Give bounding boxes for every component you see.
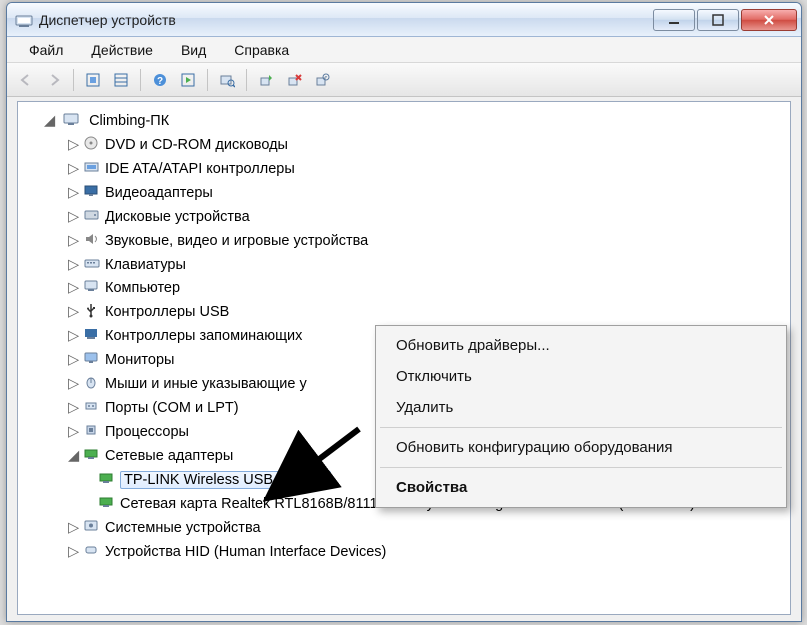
menu-action[interactable]: Действие [77,39,167,61]
context-menu-disable[interactable]: Отключить [378,361,784,392]
tree-item[interactable]: ▷Устройства HID (Human Interface Devices… [24,541,784,565]
maximize-button[interactable] [697,9,739,31]
computer-icon [63,111,81,127]
scan-hardware-button[interactable] [214,67,240,93]
tree-item[interactable]: ▷Компьютер [24,277,784,301]
selected-device-label: TP-LINK Wireless USB Adapter [120,471,331,489]
toolbar-separator [207,69,208,91]
menu-view[interactable]: Вид [167,39,220,61]
context-menu-uninstall[interactable]: Удалить [378,392,784,423]
tree-item[interactable]: ▷Системные устройства [24,517,784,541]
toolbar-separator [73,69,74,91]
toolbar-separator [140,69,141,91]
network-adapter-icon [98,494,116,510]
usb-icon [83,302,101,318]
network-adapter-icon [98,470,116,486]
show-hidden-button[interactable] [80,67,106,93]
expand-icon[interactable]: ▷ [68,517,79,528]
mouse-icon [83,374,101,390]
context-menu: Обновить драйверы... Отключить Удалить О… [375,325,787,508]
tree-item[interactable]: ▷Контроллеры USB [24,301,784,325]
tree-root[interactable]: ◢ Climbing-ПК [24,110,784,134]
collapse-icon[interactable]: ◢ [44,110,55,121]
expand-icon[interactable]: ▷ [68,230,79,241]
context-menu-separator [380,467,782,468]
tree-item[interactable]: ▷Дисковые устройства [24,206,784,230]
context-menu-rescan[interactable]: Обновить конфигурацию оборудования [378,432,784,463]
back-button[interactable] [13,67,39,93]
device-manager-window: Диспетчер устройств Файл Действие Вид Сп… [6,2,802,622]
titlebar: Диспетчер устройств [7,3,801,37]
expand-icon[interactable]: ▷ [68,277,79,288]
tree-root-label: Climbing-ПК [89,113,169,129]
close-button[interactable] [741,9,797,31]
hid-icon [83,542,101,558]
disable-button[interactable] [309,67,335,93]
network-adapter-icon [83,446,101,462]
help-button[interactable]: ? [147,67,173,93]
expand-icon[interactable]: ▷ [68,254,79,265]
app-icon [15,11,33,29]
expand-icon[interactable]: ▷ [68,373,79,384]
expand-icon[interactable]: ▷ [68,421,79,432]
system-device-icon [83,518,101,534]
menu-help[interactable]: Справка [220,39,303,61]
tree-item[interactable]: ▷DVD и CD-ROM дисководы [24,134,784,158]
tree-item[interactable]: ▷Видеоадаптеры [24,182,784,206]
display-adapter-icon [83,183,101,199]
details-button[interactable] [175,67,201,93]
uninstall-button[interactable] [281,67,307,93]
expand-icon[interactable]: ▷ [68,134,79,145]
ata-icon [83,159,101,175]
toolbar-separator [246,69,247,91]
collapse-icon[interactable]: ◢ [68,445,79,456]
expand-icon[interactable]: ▷ [68,541,79,552]
menubar: Файл Действие Вид Справка [7,37,801,63]
svg-text:?: ? [157,76,163,87]
context-menu-update-driver[interactable]: Обновить драйверы... [378,330,784,361]
tree-item[interactable]: ▷Клавиатуры [24,254,784,278]
expand-icon[interactable]: ▷ [68,158,79,169]
forward-button[interactable] [41,67,67,93]
keyboard-icon [83,255,101,271]
context-menu-properties[interactable]: Свойства [378,472,784,503]
expand-icon[interactable]: ▷ [68,325,79,336]
expand-icon[interactable]: ▷ [68,397,79,408]
cpu-icon [83,422,101,438]
optical-drive-icon [83,135,101,151]
context-menu-separator [380,427,782,428]
audio-icon [83,231,101,247]
monitor-icon [83,350,101,366]
expand-icon[interactable]: ▷ [68,182,79,193]
menu-file[interactable]: Файл [15,39,77,61]
update-driver-button[interactable] [253,67,279,93]
minimize-button[interactable] [653,9,695,31]
computer-icon [83,278,101,294]
tree-item[interactable]: ▷Звуковые, видео и игровые устройства [24,230,784,254]
window-title: Диспетчер устройств [39,12,653,28]
tree-item[interactable]: ▷IDE ATA/ATAPI контроллеры [24,158,784,182]
expand-icon[interactable]: ▷ [68,301,79,312]
disk-drive-icon [83,207,101,223]
storage-controller-icon [83,326,101,342]
expand-icon[interactable]: ▷ [68,206,79,217]
ports-icon [83,398,101,414]
view-button[interactable] [108,67,134,93]
expand-icon[interactable]: ▷ [68,349,79,360]
toolbar: ? [7,63,801,97]
